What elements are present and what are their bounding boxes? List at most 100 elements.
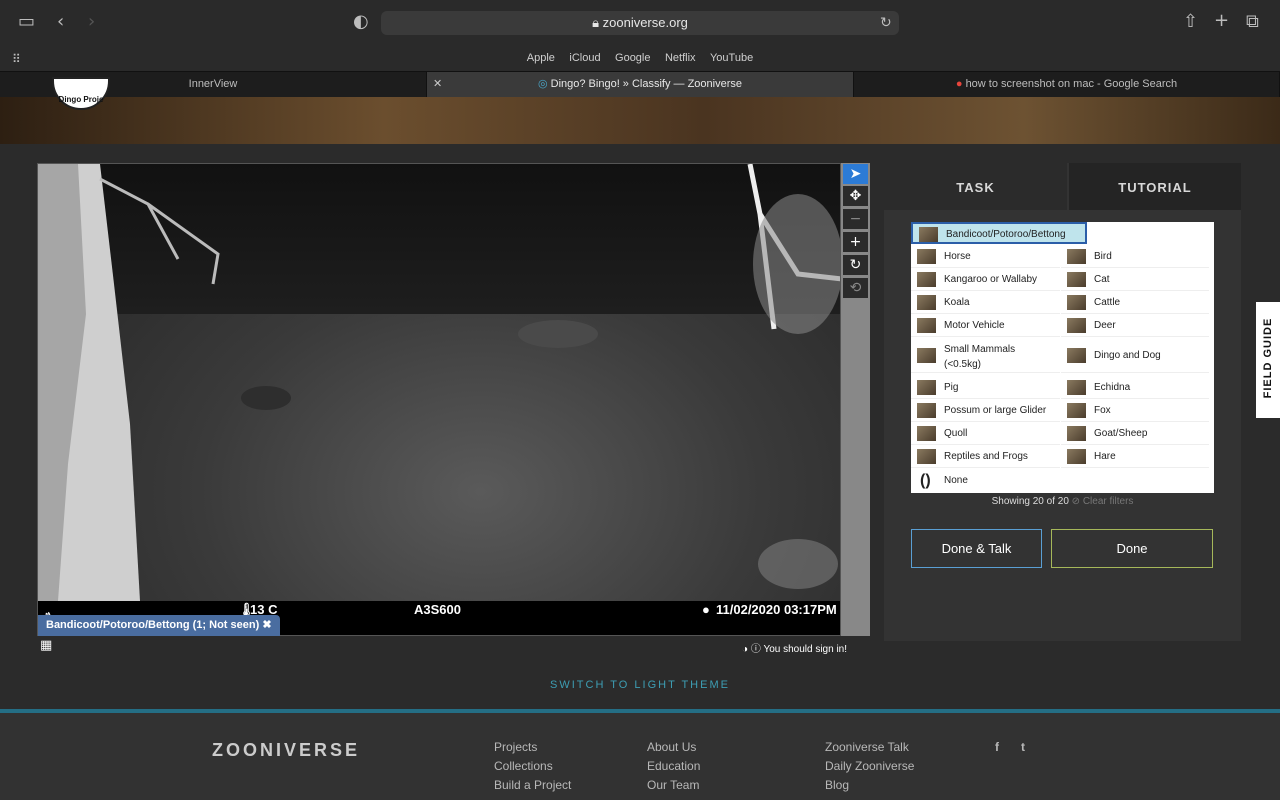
twitter-icon[interactable]: t bbox=[1021, 740, 1025, 754]
tab-google[interactable]: ● how to screenshot on mac - Google Sear… bbox=[854, 72, 1280, 98]
choice-label: Fox bbox=[1094, 405, 1111, 416]
done-button[interactable]: Done bbox=[1051, 529, 1213, 568]
grass-tuft bbox=[758, 539, 838, 589]
pointer-icon[interactable]: ➤ bbox=[843, 164, 868, 184]
url-bar[interactable]: 🔒︎ zooniverse.org bbox=[381, 11, 899, 35]
choice-horse[interactable]: Horse bbox=[911, 246, 1060, 268]
forward-icon[interactable]: › bbox=[88, 12, 95, 32]
share-icon[interactable]: ⇧ bbox=[1183, 12, 1198, 32]
grid-icon[interactable]: ⠿ bbox=[12, 49, 21, 69]
choice-reptiles[interactable]: Reptiles and Frogs bbox=[911, 446, 1060, 468]
grid-layout-icon[interactable]: ▦ bbox=[40, 638, 52, 653]
info-icon[interactable]: ⓘ bbox=[751, 644, 761, 655]
project-logo[interactable]: Dingo Proje bbox=[52, 77, 110, 110]
tab-tutorial[interactable]: TUTORIAL bbox=[1069, 163, 1241, 210]
switch-theme-label: SWITCH TO LIGHT THEME bbox=[550, 679, 730, 691]
choice-thumbnail bbox=[1067, 318, 1086, 333]
choice-cat[interactable]: Cat bbox=[1061, 269, 1209, 291]
choice-label: Pig bbox=[944, 382, 959, 393]
footer-link-projects[interactable]: Projects bbox=[494, 740, 537, 754]
footer-link-daily[interactable]: Daily Zooniverse bbox=[825, 759, 914, 773]
choice-quoll[interactable]: Quoll bbox=[911, 423, 1060, 445]
move-icon[interactable]: ✥ bbox=[843, 186, 868, 206]
choice-none[interactable]: () None bbox=[911, 470, 1060, 492]
footer-link-collections[interactable]: Collections bbox=[494, 759, 553, 773]
choice-dingo[interactable]: Dingo and Dog bbox=[1061, 339, 1209, 373]
choice-thumbnail bbox=[1067, 249, 1086, 264]
subject-viewer[interactable]: ♘ 🌡︎ 13 C A3S600 ● 11/02/2020 03:17PM bbox=[37, 163, 841, 636]
datetime: 11/02/2020 03:17PM bbox=[716, 602, 837, 617]
footer-link-build[interactable]: Build a Project bbox=[494, 778, 571, 792]
choice-bird[interactable]: Bird bbox=[1061, 246, 1209, 268]
choice-pig[interactable]: Pig bbox=[911, 377, 1060, 399]
choice-possum[interactable]: Possum or large Glider bbox=[911, 400, 1060, 422]
favorites-bar: ⠿ Apple iCloud Google Netflix YouTube bbox=[0, 45, 1280, 71]
none-icon: () bbox=[920, 472, 931, 489]
close-mark-icon[interactable]: ✖ bbox=[262, 619, 271, 631]
task-panel: TASK TUTORIAL Bandicoot/Potoroo/Bettong … bbox=[884, 163, 1241, 641]
tab-zooniverse[interactable]: ✕ ◎ Dingo? Bingo! » Classify — Zoonivers… bbox=[427, 72, 854, 98]
project-banner: Dingo Proje bbox=[0, 77, 1280, 144]
choice-thumbnail bbox=[917, 295, 936, 310]
choice-deer[interactable]: Deer bbox=[1061, 315, 1209, 337]
reset-icon[interactable]: ⟲ bbox=[843, 278, 868, 298]
mark-label[interactable]: Bandicoot/Potoroo/Bettong (1; Not seen) … bbox=[38, 615, 280, 636]
field-guide-button[interactable]: FIELD GUIDE bbox=[1256, 302, 1280, 418]
viewer-toolbox: ➤ ✥ − + ↻ ⟲ bbox=[841, 163, 870, 636]
site-footer: ZOONIVERSE Projects Collections Build a … bbox=[0, 709, 1280, 800]
choice-label: Deer bbox=[1094, 320, 1116, 331]
clear-filters-button[interactable]: ⊘ Clear filters bbox=[1072, 496, 1134, 507]
rotate-icon[interactable]: ↻ bbox=[843, 255, 868, 275]
reload-icon[interactable]: ↻ bbox=[880, 13, 892, 33]
choice-fox[interactable]: Fox bbox=[1061, 400, 1209, 422]
contrast-icon[interactable]: ◑ bbox=[742, 644, 748, 655]
fav-icloud[interactable]: iCloud bbox=[569, 45, 600, 71]
switch-theme-link[interactable]: SWITCH TO LIGHT THEME bbox=[0, 679, 1280, 691]
footer-link-education[interactable]: Education bbox=[647, 759, 700, 773]
minus-icon[interactable]: − bbox=[843, 209, 868, 229]
fav-apple[interactable]: Apple bbox=[527, 45, 555, 71]
signin-notice: ◑ ⓘ You should sign in! bbox=[742, 640, 847, 655]
choice-label: Kangaroo or Wallaby bbox=[944, 274, 1038, 285]
camera-trap-image[interactable] bbox=[38, 164, 840, 601]
zooniverse-favicon-icon: ◎ bbox=[537, 78, 551, 90]
image-scene bbox=[38, 164, 840, 601]
zooniverse-logo[interactable]: ZOONIVERSE bbox=[212, 740, 360, 761]
choice-label: Cattle bbox=[1094, 297, 1121, 308]
choice-kangaroo[interactable]: Kangaroo or Wallaby bbox=[911, 269, 1060, 291]
choice-hare[interactable]: Hare bbox=[1061, 446, 1209, 468]
choice-cattle[interactable]: Cattle bbox=[1061, 292, 1209, 314]
choice-thumbnail bbox=[919, 227, 938, 242]
plus-icon[interactable]: + bbox=[843, 232, 868, 252]
shield-icon[interactable]: ◐ bbox=[353, 12, 369, 32]
choice-koala[interactable]: Koala bbox=[911, 292, 1060, 314]
choice-label: Bird bbox=[1094, 251, 1112, 262]
choice-bandicoot[interactable]: Bandicoot/Potoroo/Bettong bbox=[911, 222, 1087, 244]
fav-youtube[interactable]: YouTube bbox=[710, 45, 753, 71]
back-icon[interactable]: ‹ bbox=[57, 12, 64, 32]
tab-task[interactable]: TASK bbox=[884, 163, 1067, 210]
footer-link-blog[interactable]: Blog bbox=[825, 778, 849, 792]
choice-thumbnail bbox=[917, 426, 936, 441]
sidebar-icon[interactable]: ▭ bbox=[18, 12, 35, 32]
choice-thumbnail bbox=[917, 380, 936, 395]
new-tab-icon[interactable]: + bbox=[1214, 11, 1229, 31]
fav-google[interactable]: Google bbox=[615, 45, 650, 71]
choice-small-mammals[interactable]: Small Mammals (<0.5kg) bbox=[911, 339, 1060, 373]
footer-link-about[interactable]: About Us bbox=[647, 740, 696, 754]
tab-task-label: TASK bbox=[956, 180, 995, 195]
choice-label: Horse bbox=[944, 251, 971, 262]
fav-netflix[interactable]: Netflix bbox=[665, 45, 696, 71]
done-and-talk-button[interactable]: Done & Talk bbox=[911, 529, 1042, 568]
choice-echidna[interactable]: Echidna bbox=[1061, 377, 1209, 399]
footer-link-talk[interactable]: Zooniverse Talk bbox=[825, 740, 909, 754]
choice-label: Goat/Sheep bbox=[1094, 428, 1148, 439]
animal-bandicoot[interactable] bbox=[241, 386, 291, 410]
choice-goat-sheep[interactable]: Goat/Sheep bbox=[1061, 423, 1209, 445]
facebook-icon[interactable]: f bbox=[995, 740, 999, 754]
camera-id: A3S600 bbox=[414, 602, 461, 617]
footer-link-team[interactable]: Our Team bbox=[647, 778, 699, 792]
choice-motor-vehicle[interactable]: Motor Vehicle bbox=[911, 315, 1060, 337]
tab-overview-icon[interactable]: ⧉ bbox=[1246, 12, 1259, 32]
close-tab-icon[interactable]: ✕ bbox=[433, 72, 442, 97]
